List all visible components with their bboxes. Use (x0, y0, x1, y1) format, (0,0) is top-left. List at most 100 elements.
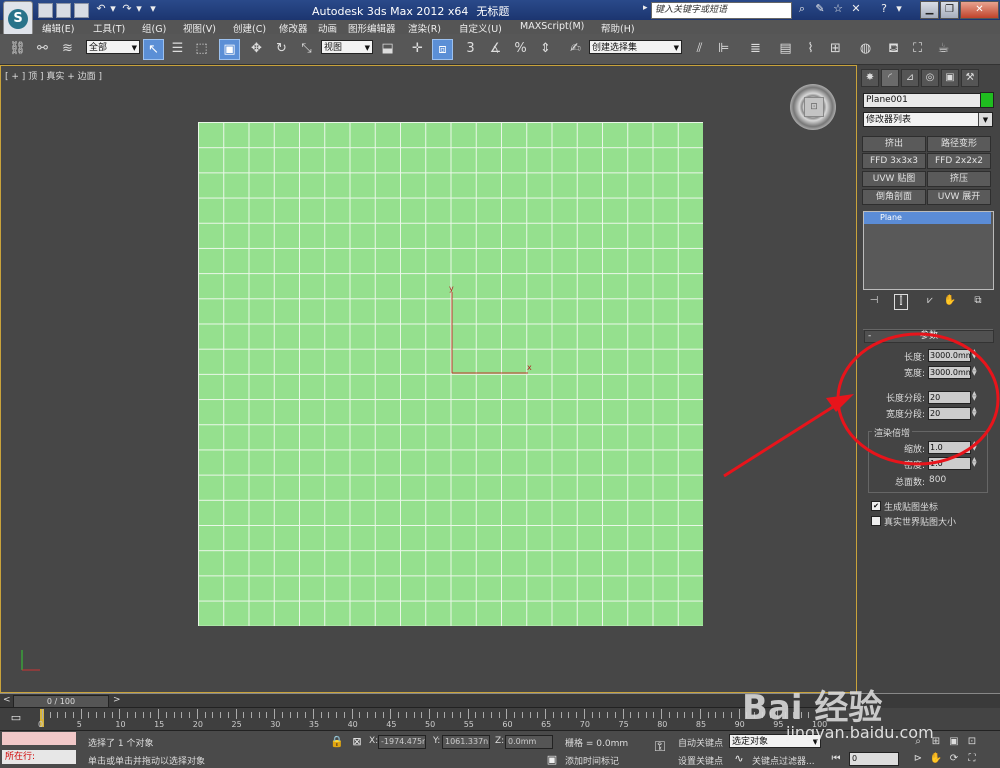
link-icon[interactable]: ⛓ (8, 39, 27, 58)
menu-graph-editors[interactable]: 图形编辑器 (348, 21, 396, 35)
pin-stack-icon[interactable]: ⊣ (866, 294, 882, 308)
current-frame-field[interactable]: 0 (849, 752, 899, 766)
modifier-list-dropdown[interactable]: 修改器列表 ▼ (863, 112, 993, 127)
angle-snap-icon[interactable]: ∡ (486, 39, 505, 58)
remove-modifier-icon[interactable]: ✋ (942, 294, 958, 308)
goto-start-icon[interactable]: ⏮ (829, 752, 843, 766)
menu-edit[interactable]: 编辑(E) (42, 21, 74, 35)
menu-customize[interactable]: 自定义(U) (459, 21, 502, 35)
add-time-tag[interactable]: 添加时间标记 (565, 754, 619, 767)
help-dropdown-icon[interactable]: ▾ (892, 2, 906, 16)
auto-key-button[interactable]: 自动关键点 (678, 736, 723, 749)
align-icon[interactable]: ⊫ (714, 39, 733, 58)
mod-uvw-map-button[interactable]: UVW 贴图 (862, 171, 926, 187)
menu-create[interactable]: 创建(C) (233, 21, 266, 35)
gen-map-coords-checkbox[interactable]: ✔ (871, 501, 881, 511)
viewport-label[interactable]: [ + ] 顶 ] 真实 + 边面 ] (5, 69, 102, 82)
field-of-view-icon[interactable]: ⊳ (911, 752, 925, 766)
scale-spinner-arrows[interactable]: ▲ ▼ (972, 441, 979, 452)
z-coord-field[interactable]: 0.0mm (505, 735, 553, 749)
modify-tab-icon[interactable]: ◜ (881, 69, 899, 87)
configure-sets-icon[interactable]: ⧉ (970, 294, 986, 308)
selection-lock-icon[interactable]: 🔒 (330, 735, 344, 749)
save-file-icon[interactable] (74, 3, 89, 18)
create-tab-icon[interactable]: ✸ (861, 69, 879, 87)
redo-dropdown-icon[interactable]: ▾ (132, 2, 146, 16)
restore-button[interactable]: ❐ (940, 1, 959, 19)
density-spinner-arrows[interactable]: ▲ ▼ (972, 457, 979, 468)
material-editor-icon[interactable]: ◍ (856, 39, 875, 58)
customize-quick-access-icon[interactable]: ▾ (146, 2, 160, 16)
rendered-frame-icon[interactable]: ⛶ (908, 39, 927, 58)
reference-coord-dropdown[interactable]: 视图 (321, 40, 373, 55)
set-key-button[interactable]: 设置关键点 (678, 754, 723, 767)
mod-unwrap-uvw-button[interactable]: UVW 展开 (927, 189, 991, 205)
menu-modifiers[interactable]: 修改器 (279, 21, 308, 35)
menu-group[interactable]: 组(G) (142, 21, 166, 35)
snaps-toggle-icon[interactable]: 3 (461, 39, 480, 58)
parameters-rollout-header[interactable]: - 参数 (864, 330, 994, 343)
make-unique-icon[interactable]: ⩗ (922, 294, 938, 308)
help-icon[interactable]: ? (877, 2, 891, 16)
object-name-field[interactable]: Plane001 (863, 93, 981, 108)
mod-bevel-profile-button[interactable]: 倒角剖面 (862, 189, 926, 205)
minimize-button[interactable]: ▁ (920, 1, 939, 19)
width-segs-spinner[interactable]: 20 (928, 407, 971, 420)
mod-ffd222-button[interactable]: FFD 2x2x2 (927, 153, 991, 169)
width-spinner[interactable]: 3000.0mm (928, 366, 971, 379)
select-manipulate-icon[interactable]: ✛ (408, 39, 427, 58)
mirror-icon[interactable]: ⫽ (690, 39, 709, 58)
graphite-tools-icon[interactable]: ▤ (776, 39, 795, 58)
schematic-view-icon[interactable]: ⊞ (826, 39, 845, 58)
close-search-icon[interactable]: ✕ (849, 2, 863, 16)
binoculars-icon[interactable]: ⌕ (795, 2, 809, 16)
pivot-center-icon[interactable]: ⬓ (378, 39, 397, 58)
favorites-icon[interactable]: ☆ (831, 2, 845, 16)
render-setup-icon[interactable]: ⛾ (884, 39, 903, 58)
curve-editor-icon[interactable]: ⌇ (801, 39, 820, 58)
named-selection-dropdown[interactable]: 创建选择集 (589, 40, 682, 55)
width-spinner-arrows[interactable]: ▲ ▼ (972, 366, 979, 377)
absolute-mode-icon[interactable]: ⊠ (350, 735, 364, 749)
length-spinner[interactable]: 3000.0mm (928, 349, 971, 362)
rotate-icon[interactable]: ↻ (272, 39, 291, 58)
spinner-snap-icon[interactable]: ⇕ (536, 39, 555, 58)
keyboard-shortcut-icon[interactable]: ⧈ (432, 39, 453, 60)
menu-animation[interactable]: 动画 (318, 21, 337, 35)
maximize-viewport-icon[interactable]: ⛶ (965, 752, 979, 766)
move-icon[interactable]: ✥ (247, 39, 266, 58)
zoom-extents-all-icon[interactable]: ⊡ (965, 735, 979, 749)
length-segs-spinner[interactable]: 20 (928, 391, 971, 404)
percent-snap-icon[interactable]: % (511, 39, 530, 58)
unlink-icon[interactable]: ⚯ (33, 39, 52, 58)
orbit-icon[interactable]: ⟳ (947, 752, 961, 766)
close-button[interactable]: ✕ (960, 1, 999, 19)
transform-gizmo[interactable]: y x (440, 282, 540, 382)
menu-views[interactable]: 视图(V) (183, 21, 216, 35)
rect-selection-icon[interactable]: ⬚ (192, 39, 211, 58)
y-coord-field[interactable]: 1061.337n (442, 735, 490, 749)
menu-tools[interactable]: 工具(T) (93, 21, 125, 35)
search-input[interactable]: 键入关键字或短语 (651, 2, 792, 19)
undo-dropdown-icon[interactable]: ▾ (106, 2, 120, 16)
bind-space-warp-icon[interactable]: ≋ (58, 39, 77, 58)
menu-help[interactable]: 帮助(H) (601, 21, 635, 35)
density-spinner[interactable]: 1.0 (928, 457, 971, 470)
key-filter-curve-icon[interactable]: ∿ (732, 752, 746, 766)
set-key-icon[interactable]: ⚿ (650, 740, 670, 754)
mini-curve-editor-icon[interactable]: ▭ (9, 711, 23, 725)
maxscript-listener-mini[interactable] (2, 732, 76, 745)
select-object-icon[interactable]: ↖ (143, 39, 164, 60)
select-by-name-icon[interactable]: ☰ (168, 39, 187, 58)
menu-maxscript[interactable]: MAXScript(M) (520, 21, 584, 32)
search-expand-icon[interactable]: ▸ (643, 3, 648, 13)
object-color-swatch[interactable] (980, 92, 994, 108)
selection-filter-dropdown[interactable]: 全部 (86, 40, 140, 55)
utilities-tab-icon[interactable]: ⚒ (961, 69, 979, 87)
render-production-icon[interactable]: ☕ (934, 39, 953, 58)
pan-view-icon[interactable]: ✋ (929, 752, 943, 766)
hierarchy-tab-icon[interactable]: ⊿ (901, 69, 919, 87)
length-segs-spinner-arrows[interactable]: ▲ ▼ (972, 391, 979, 402)
key-filters-button[interactable]: 关键点过滤器... (752, 754, 815, 767)
time-next-icon[interactable]: > (113, 695, 121, 705)
